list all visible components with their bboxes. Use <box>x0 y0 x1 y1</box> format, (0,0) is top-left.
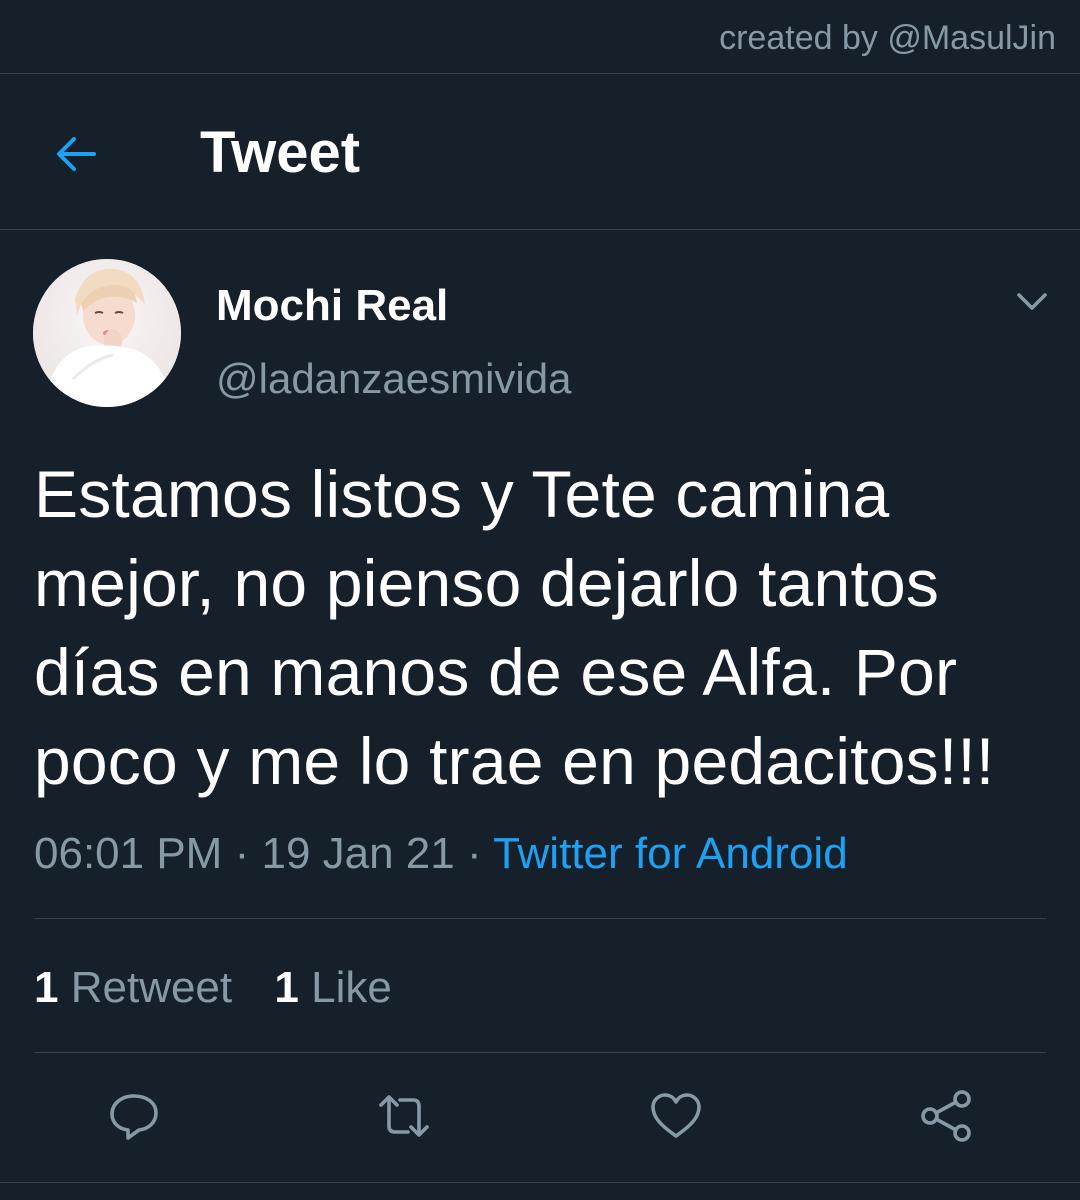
tweet-metadata: 06:01 PM · 19 Jan 21 · Twitter for Andro… <box>34 826 848 882</box>
arrow-left-icon[interactable] <box>52 130 100 178</box>
share-icon[interactable] <box>918 1088 974 1144</box>
retweet-icon[interactable] <box>376 1088 432 1144</box>
tweet-time: 06:01 PM <box>34 829 223 878</box>
page-title: Tweet <box>200 120 361 185</box>
author-handle[interactable]: @ladanzaesmivida <box>216 353 571 405</box>
heart-icon[interactable] <box>648 1088 704 1144</box>
tweet-stats: 1 Retweet 1 Like <box>34 960 392 1016</box>
retweets-count: 1 <box>34 963 59 1012</box>
likes-count: 1 <box>274 963 299 1012</box>
credit-text: created by @MasulJin <box>719 19 1056 57</box>
credit-bar: created by @MasulJin <box>0 0 1080 74</box>
reply-icon[interactable] <box>106 1088 162 1144</box>
tweet-text: Estamos listos y Tete camina mejor, no p… <box>34 457 995 798</box>
meta-separator: · <box>234 829 250 878</box>
divider <box>34 1052 1046 1053</box>
meta-separator: · <box>466 829 482 878</box>
tweet-source-link[interactable]: Twitter for Android <box>493 829 848 878</box>
retweets-label: Retweet <box>70 963 233 1012</box>
likes-label: Like <box>311 963 392 1012</box>
top-app-bar: Tweet <box>0 74 1080 230</box>
chevron-down-icon[interactable] <box>1014 284 1050 320</box>
divider <box>34 918 1046 919</box>
tweet-date: 19 Jan 21 <box>261 829 455 878</box>
avatar[interactable] <box>33 259 181 407</box>
likes-stat[interactable]: 1 Like <box>274 960 391 1016</box>
author-display-name[interactable]: Mochi Real <box>216 280 448 332</box>
retweets-stat[interactable]: 1 Retweet <box>34 960 232 1016</box>
divider <box>0 1182 1080 1183</box>
